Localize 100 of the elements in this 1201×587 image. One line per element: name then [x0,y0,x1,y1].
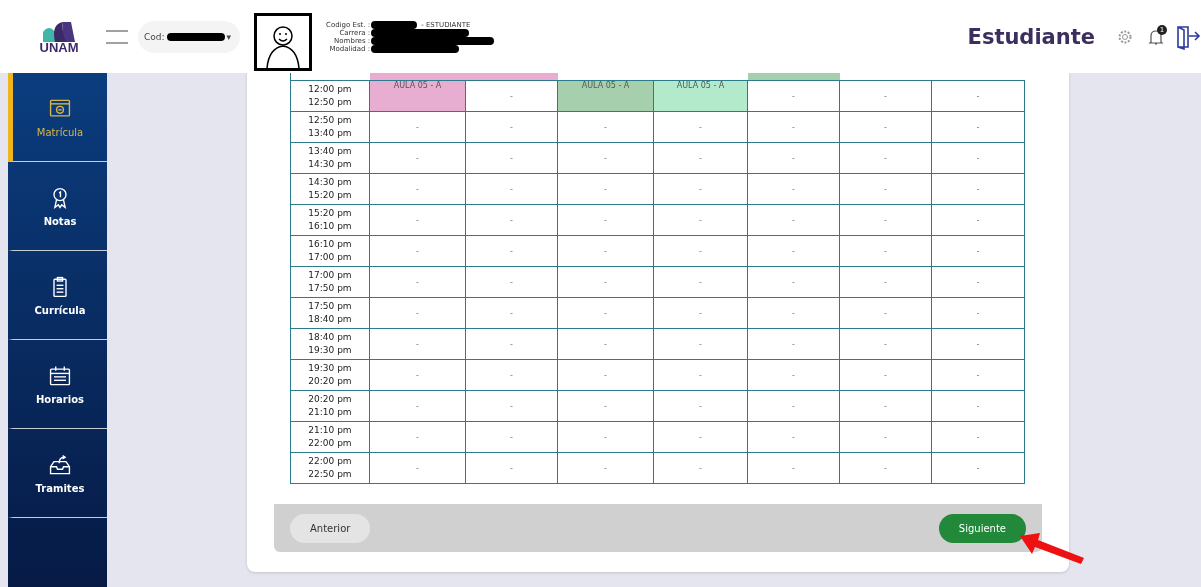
table-cell: - [839,266,932,298]
table-cell: - [653,452,748,484]
code-selector[interactable]: Cod: ▾ [138,20,240,53]
logo-icon [41,19,77,42]
table-cell: - [465,452,558,484]
table-cell: - [839,390,932,422]
time-cell: 20:20 pm 21:10 pm [290,390,370,422]
tray-icon [48,452,72,477]
table-cell: - [557,421,654,453]
table-cell: - [931,80,1025,112]
table-cell: - [747,390,840,422]
logout-icon[interactable] [1175,23,1201,50]
table-cell: - [839,421,932,453]
table-cell: - [653,297,748,329]
table-cell: - [931,390,1025,422]
table-cell: - [653,235,748,267]
table-cell: - [465,266,558,298]
table-cell: - [931,452,1025,484]
table-cell: - [465,359,558,391]
table-cell: - [747,142,840,174]
table-cell: - [369,297,466,329]
table-cell: - [653,359,748,391]
table-cell: - [839,111,932,143]
table-cell: - [653,328,748,360]
table-cell: - [465,297,558,329]
table-cell: - [369,328,466,360]
table-cell: - [557,235,654,267]
time-cell: 13:40 pm 14:30 pm [290,142,370,174]
table-cell: - [369,266,466,298]
table-cell: - [653,266,748,298]
table-cell: - [557,297,654,329]
time-cell: 15:20 pm 16:10 pm [290,204,370,236]
sidebar-item[interactable]: Currícula [8,251,107,340]
class-cell: AULA 05 - A [557,80,654,112]
table-cell: - [747,421,840,453]
table-cell: - [839,359,932,391]
table-cell: - [653,142,748,174]
back-button[interactable]: Anterior [290,513,371,543]
time-cell: 16:10 pm 17:00 pm [290,235,370,267]
table-cell: - [931,204,1025,236]
menu-icon[interactable] [106,29,128,44]
table-cell: - [653,204,748,236]
role-title: Estudiante [967,24,1095,49]
table-cell: - [369,173,466,205]
sidebar-item[interactable]: Notas [8,162,107,251]
sidebar-item[interactable]: Horarios [8,340,107,429]
table-cell: - [839,173,932,205]
table-cell: - [931,328,1025,360]
table-cell: - [747,452,840,484]
table-cell: - [465,390,558,422]
sidebar-item[interactable]: Matrícula [8,73,107,162]
table-cell: - [931,173,1025,205]
time-cell: 17:50 pm 18:40 pm [290,297,370,329]
table-cell: - [653,173,748,205]
table-cell: - [369,421,466,453]
table-cell: - [747,173,840,205]
table-cell: - [557,452,654,484]
table-cell: - [653,421,748,453]
table-cell: - [839,328,932,360]
time-cell: 12:00 pm 12:50 pm [290,80,370,112]
table-cell: - [369,452,466,484]
table-cell: - [653,390,748,422]
table-cell: - [557,328,654,360]
table-cell: - [465,111,558,143]
table-cell: - [369,235,466,267]
table-cell: - [369,204,466,236]
table-cell: - [839,80,932,112]
table-cell: - [369,142,466,174]
sidebar-item[interactable]: Tramites [8,429,107,518]
table-cell: - [465,328,558,360]
table-cell: - [557,359,654,391]
table-cell: - [839,204,932,236]
time-cell: 12:50 pm 13:40 pm [290,111,370,143]
class-cell: AULA 05 - A [653,80,748,112]
table-cell: - [931,421,1025,453]
table-cell: - [747,297,840,329]
table-cell: - [747,235,840,267]
table-cell: - [931,142,1025,174]
class-cell: AULA 05 - A [369,80,466,112]
table-cell: - [931,359,1025,391]
table-cell: - [653,111,748,143]
table-cell: - [369,390,466,422]
logo-text: UNAM [39,41,79,54]
table-cell: - [465,80,558,112]
table-cell: - [465,204,558,236]
table-cell: - [839,142,932,174]
table-cell: - [557,266,654,298]
table-cell: - [465,421,558,453]
table-cell: - [557,111,654,143]
table-cell: - [557,142,654,174]
next-button[interactable]: Siguiente [938,513,1026,543]
table-cell: - [931,266,1025,298]
time-cell: 18:40 pm 19:30 pm [290,328,370,360]
table-cell: - [557,390,654,422]
table-cell: - [931,235,1025,267]
table-cell: - [747,359,840,391]
time-cell: 17:00 pm 17:50 pm [290,266,370,298]
time-cell: 22:00 pm 22:50 pm [290,452,370,484]
table-cell: - [747,111,840,143]
settings-icon[interactable] [1117,28,1133,45]
